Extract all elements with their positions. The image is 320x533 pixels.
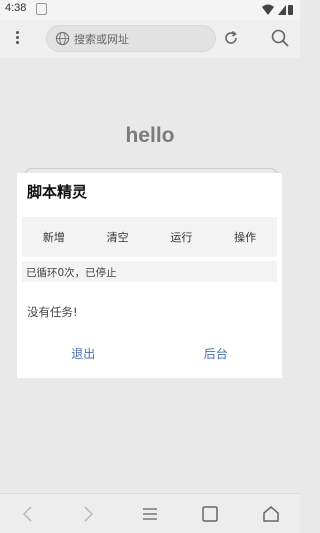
bottom-navigation	[0, 493, 300, 533]
browser-toolbar: 搜索或网址	[0, 20, 300, 58]
dialog-toolbar: 新增 清空 运行 操作	[22, 217, 277, 257]
loop-status: 已循环0次，已停止	[22, 261, 277, 282]
page-heading: hello	[125, 124, 175, 147]
background-button[interactable]: 后台	[150, 345, 283, 365]
globe-icon	[55, 31, 70, 46]
menu-lines-icon[interactable]	[140, 504, 160, 524]
tabs-icon[interactable]	[200, 504, 220, 524]
notification-icon	[36, 3, 47, 15]
clear-button[interactable]: 清空	[86, 229, 150, 245]
run-button[interactable]: 运行	[150, 229, 214, 245]
address-placeholder: 搜索或网址	[74, 33, 129, 46]
operate-button[interactable]: 操作	[213, 229, 277, 245]
wifi-battery-icon	[262, 4, 293, 15]
home-icon[interactable]	[261, 504, 281, 524]
status-time: 4:38	[5, 2, 27, 14]
empty-task-message: 没有任务!	[27, 305, 78, 319]
search-icon[interactable]	[270, 28, 290, 48]
more-menu-icon[interactable]	[11, 29, 23, 49]
exit-button[interactable]: 退出	[17, 345, 150, 365]
address-bar[interactable]: 搜索或网址	[46, 25, 216, 52]
dialog-actions: 退出 后台	[17, 345, 282, 365]
dialog-title: 脚本精灵	[27, 183, 88, 201]
back-icon[interactable]	[18, 504, 38, 524]
status-bar: 4:38	[0, 0, 300, 20]
refresh-icon[interactable]	[222, 29, 240, 47]
forward-icon[interactable]	[78, 504, 98, 524]
add-button[interactable]: 新增	[22, 229, 86, 245]
script-dialog: 脚本精灵 新增 清空 运行 操作 已循环0次，已停止 没有任务! 退出 后台	[17, 173, 282, 378]
